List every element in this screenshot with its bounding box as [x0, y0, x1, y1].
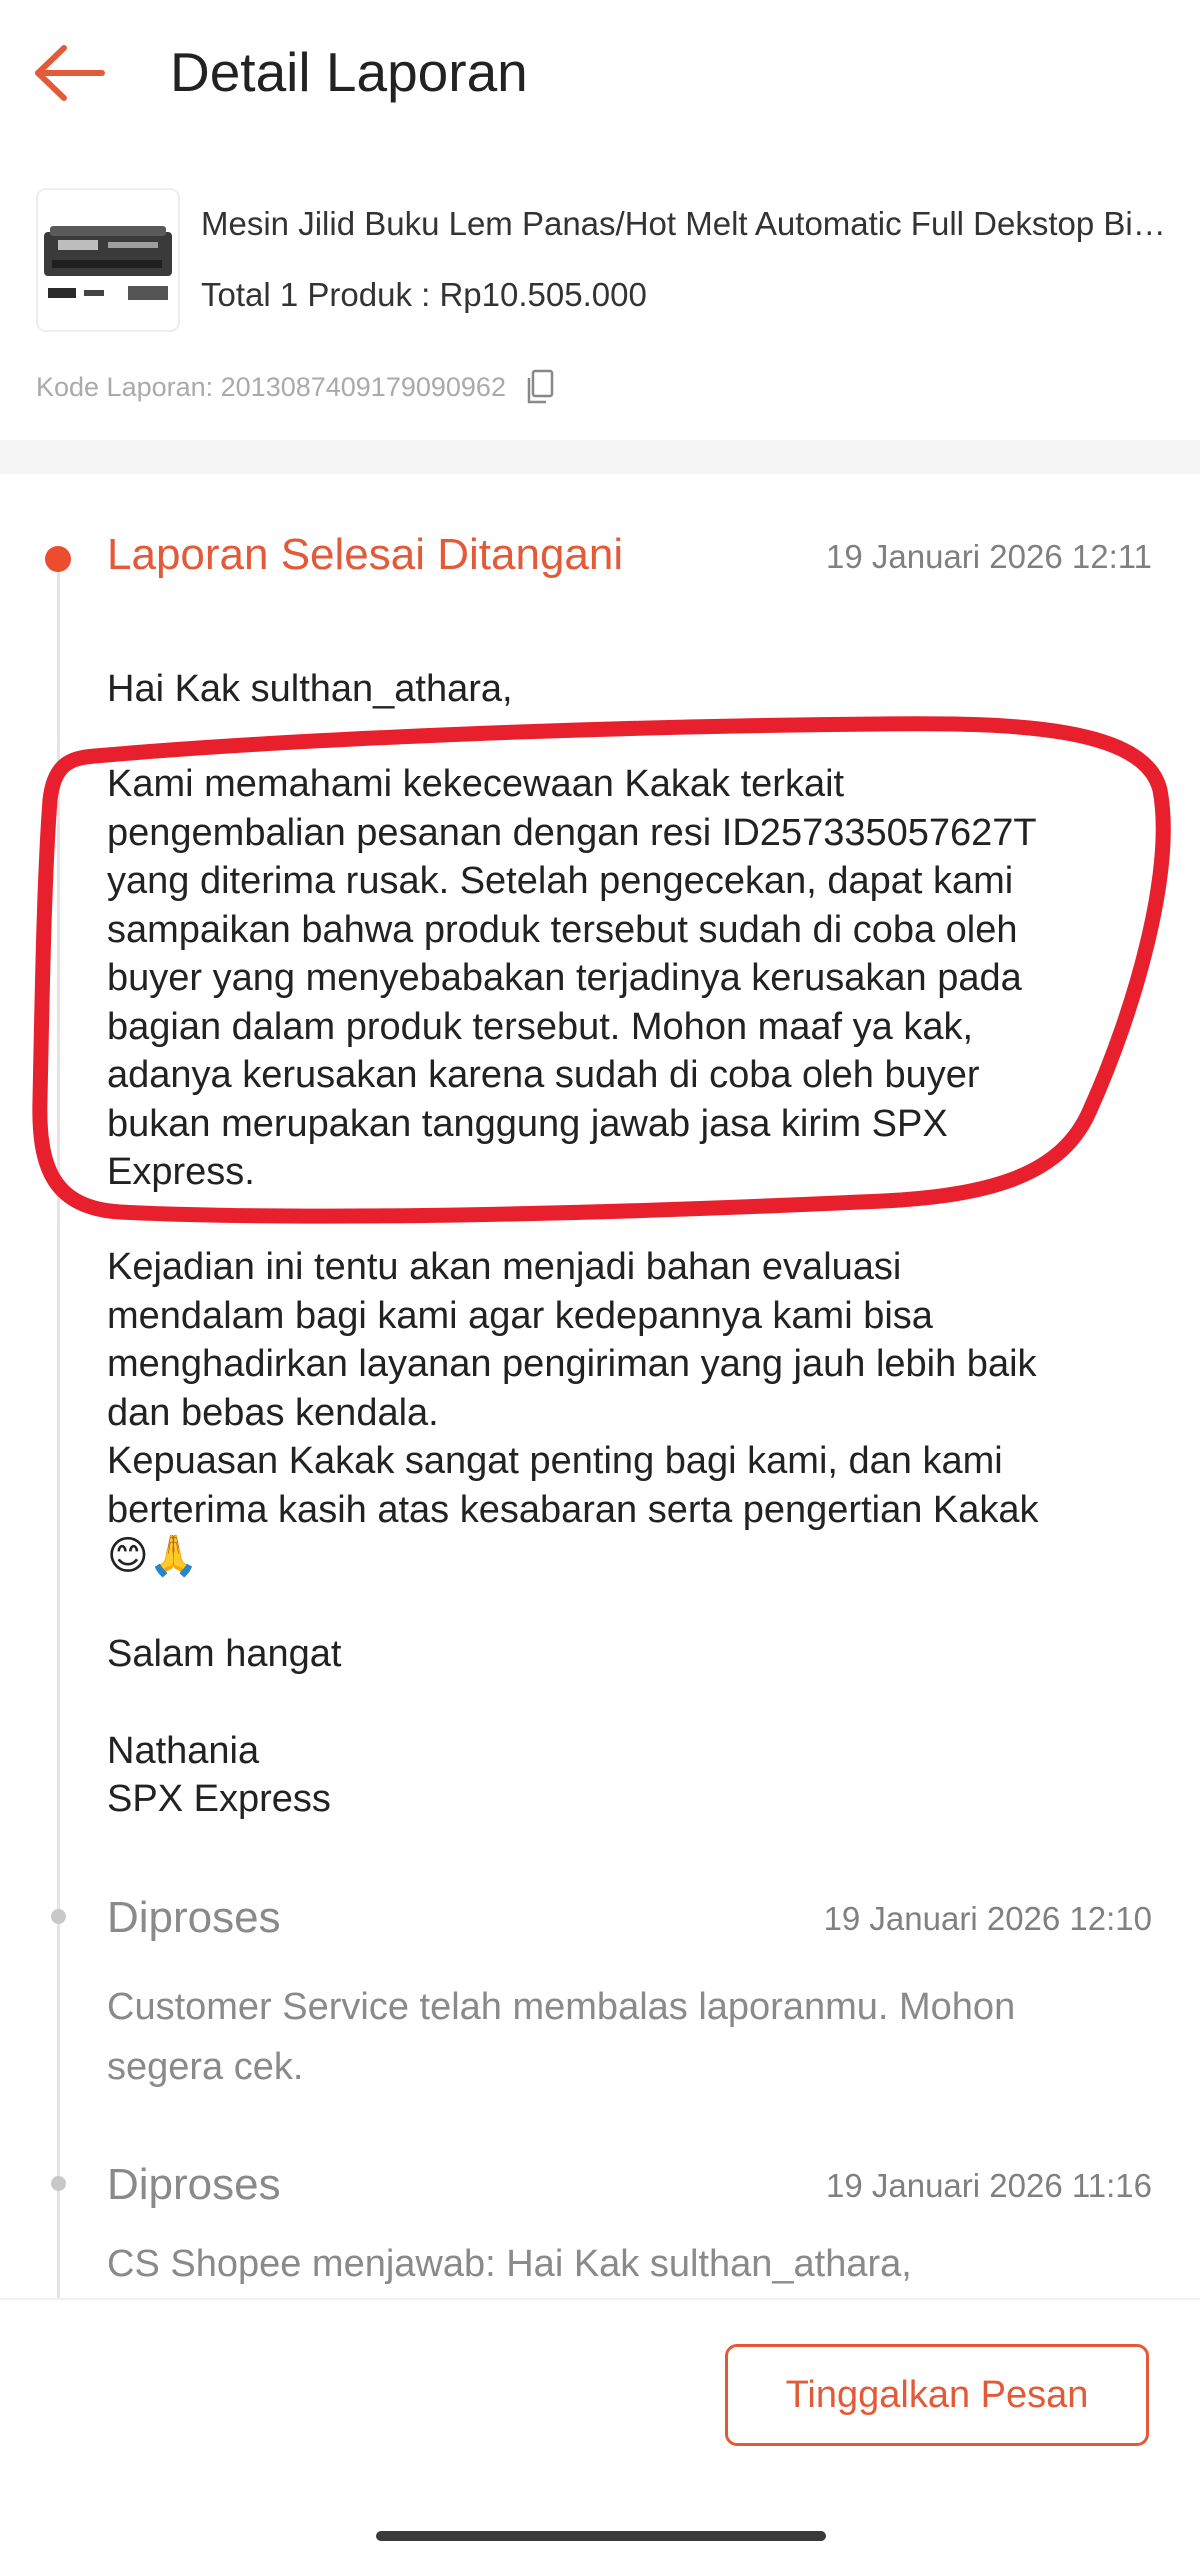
- message-line: Salam hangat: [107, 1633, 342, 1675]
- message-closing: Salam hangat: [107, 1630, 342, 1679]
- leave-message-button[interactable]: Tinggalkan Pesan: [725, 2344, 1149, 2446]
- status-description: Customer Service telah membalas laporanm…: [107, 1977, 1015, 2097]
- product-name[interactable]: Mesin Jilid Buku Lem Panas/Hot Melt Auto…: [201, 205, 1171, 243]
- message-line: Nathania: [107, 1730, 260, 1772]
- product-thumbnail[interactable]: [36, 188, 180, 332]
- message-line: bagian dalam produk tersebut. Mohon maaf…: [107, 1005, 974, 1048]
- timeline-dot-active: [45, 546, 71, 572]
- message-line: yang diterima rusak. Setelah pengecekan,…: [107, 860, 1014, 902]
- timeline-dot: [51, 1909, 66, 1924]
- status-title: Diproses: [107, 1893, 281, 1942]
- report-code: Kode Laporan: 2013087409179090962: [36, 371, 506, 402]
- arrow-left-icon: [35, 45, 105, 101]
- message-line: adanya kerusakan karena sudah di coba ol…: [107, 1054, 980, 1096]
- product-total: Total 1 Produk : Rp10.505.000: [201, 276, 647, 313]
- product-image: [38, 190, 178, 330]
- message-line: Kami memahami kekecewaan Kakak terkait: [107, 763, 845, 805]
- message-greeting: Hai Kak sulthan_athara,: [107, 665, 513, 714]
- message-line: bukan merupakan tanggung jawab jasa kiri…: [107, 1102, 948, 1145]
- message-line: Express.: [107, 1151, 255, 1193]
- message-line: SPX Express: [107, 1778, 331, 1820]
- home-indicator: [376, 2531, 826, 2541]
- message-paragraph: Kejadian ini tentu akan menjadi bahan ev…: [107, 1243, 1039, 1534]
- status-title: Diproses: [107, 2160, 281, 2209]
- status-time: 19 Januari 2026 12:10: [823, 1900, 1152, 1937]
- message-line: mendalam bagi kami agar kedepannya kami …: [107, 1294, 933, 1337]
- message-line: Hai Kak sulthan_athara,: [107, 668, 513, 710]
- status-title: Laporan Selesai Ditangani: [107, 530, 624, 579]
- timeline-line: [57, 555, 60, 2300]
- message-line: Kejadian ini tentu akan menjadi bahan ev…: [107, 1246, 902, 1288]
- status-time: 19 Januari 2026 11:16: [826, 2167, 1152, 2204]
- status-description-line: segera cek.: [107, 2046, 304, 2088]
- signature-company: SPX Express: [107, 1775, 331, 1824]
- page-title: Detail Laporan: [170, 41, 528, 103]
- message-line: pengembalian pesanan dengan resi ID25733…: [107, 811, 1037, 854]
- message-line: sampaikan bahwa produk tersebut sudah di…: [107, 908, 1018, 951]
- message-line: Kepuasan Kakak sangat penting bagi kami,…: [107, 1440, 1003, 1482]
- copy-icon[interactable]: [524, 369, 554, 405]
- back-button[interactable]: [30, 38, 110, 108]
- message-line: berterima kasih atas kesabaran serta pen…: [107, 1488, 1039, 1531]
- timeline-dot: [51, 2176, 66, 2191]
- section-divider: [0, 440, 1200, 474]
- message-line: menghadirkan layanan pengiriman yang jau…: [107, 1343, 1037, 1385]
- message-line: dan bebas kendala.: [107, 1391, 439, 1434]
- status-time: 19 Januari 2026 12:11: [826, 538, 1152, 575]
- emoji-line: 😊🙏: [107, 1534, 199, 1578]
- signature-name: Nathania: [107, 1727, 259, 1776]
- message-paragraph-highlighted: Kami memahami kekecewaan Kakak terkait p…: [107, 760, 1037, 1197]
- status-description: CS Shopee menjawab: Hai Kak sulthan_atha…: [107, 2243, 912, 2285]
- message-line: buyer yang menyebabakan terjadinya kerus…: [107, 957, 1022, 999]
- report-code-row: Kode Laporan: 2013087409179090962: [36, 366, 554, 408]
- status-description-line: Customer Service telah membalas laporanm…: [107, 1986, 1016, 2028]
